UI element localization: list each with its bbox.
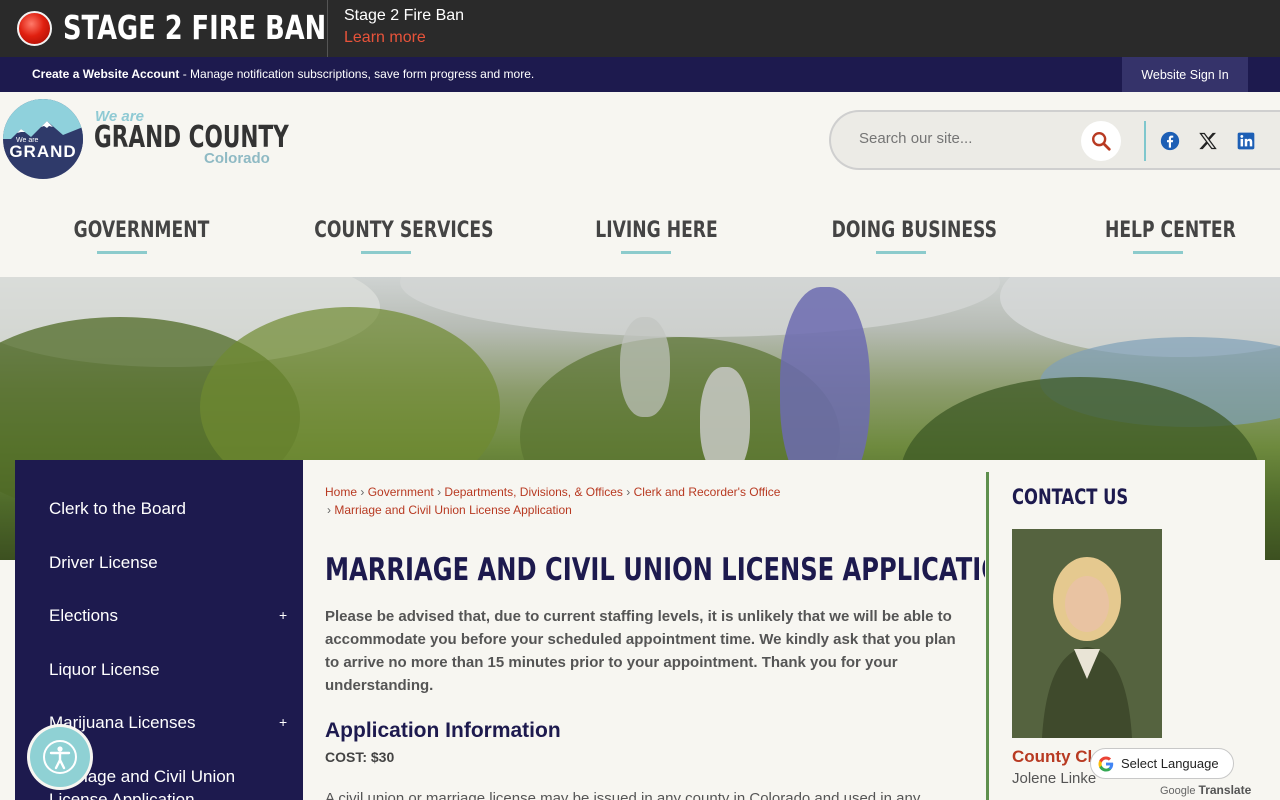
nav-government[interactable]: GOVERNMENT [74, 218, 210, 243]
main-content: Home › Government › Departments, Divisio… [303, 460, 1022, 800]
nav-living-here[interactable]: LIVING HERE [595, 218, 717, 243]
nav-county-services[interactable]: COUNTY SERVICES [314, 218, 493, 243]
logo-badge[interactable]: We are GRAND [3, 99, 83, 179]
breadcrumb-departments[interactable]: Departments, Divisions, & Offices [444, 485, 623, 499]
sidebar-item-clerk-to-the-board[interactable]: Clerk to the Board [49, 499, 186, 519]
logo-badge-word: GRAND [9, 142, 77, 161]
account-notice: Create a Website Account - Manage notifi… [32, 67, 534, 81]
search-bar [829, 110, 1280, 170]
contact-panel-border [986, 472, 989, 800]
alert-bar: STAGE 2 FIRE BAN Stage 2 Fire Ban Learn … [0, 0, 1280, 57]
sidebar-item-liquor-license[interactable]: Liquor License [49, 660, 160, 680]
alert-divider [327, 0, 328, 57]
breadcrumb-home[interactable]: Home [325, 485, 357, 499]
search-divider [1144, 121, 1146, 161]
section-heading: Application Information [325, 719, 561, 742]
nav-underline [361, 251, 411, 254]
nav-doing-business[interactable]: DOING BUSINESS [832, 218, 997, 243]
nav-help-center[interactable]: HELP CENTER [1105, 218, 1236, 243]
sidebar-item-driver-license[interactable]: Driver License [49, 553, 158, 573]
breadcrumb-current[interactable]: Marriage and Civil Union License Applica… [334, 503, 571, 517]
sidebar-item-elections[interactable]: Elections [49, 606, 118, 626]
x-icon [1199, 132, 1217, 150]
google-icon [1098, 756, 1114, 771]
contact-photo [1012, 529, 1162, 738]
nav-underline [97, 251, 147, 254]
sign-in-button[interactable]: Website Sign In [1122, 57, 1248, 92]
create-account-link[interactable]: Create a Website Account [32, 67, 179, 81]
alert-title[interactable]: STAGE 2 FIRE BAN [63, 8, 326, 47]
alert-icon [17, 11, 52, 46]
page-title: MARRIAGE AND CIVIL UNION LICENSE APPLICA… [325, 552, 1022, 588]
main-nav: GOVERNMENT COUNTY SERVICES LIVING HERE D… [0, 190, 1280, 277]
expand-icon[interactable]: + [279, 714, 287, 730]
search-button[interactable] [1081, 121, 1121, 161]
breadcrumb-clerk-recorder[interactable]: Clerk and Recorder's Office [634, 485, 781, 499]
linkedin-icon [1237, 132, 1255, 150]
create-account-desc: - Manage notification subscriptions, sav… [179, 67, 535, 81]
search-icon [1092, 132, 1111, 151]
sidebar-item-marriage-civil-union-line2[interactable]: License Application [49, 790, 195, 800]
linkedin-link[interactable] [1235, 130, 1257, 152]
contact-person: Jolene Linke [1012, 770, 1097, 787]
breadcrumb-line2: › Marriage and Civil Union License Appli… [327, 503, 572, 517]
breadcrumb: Home › Government › Departments, Divisio… [325, 485, 781, 499]
alert-learn-more-link[interactable]: Learn more [344, 29, 426, 47]
cost-text: COST: $30 [325, 749, 395, 765]
nav-underline [1133, 251, 1183, 254]
body-text: A civil union or marriage license may be… [325, 790, 921, 800]
breadcrumb-government[interactable]: Government [368, 485, 434, 499]
logo-state: Colorado [204, 150, 270, 167]
expand-icon[interactable]: + [279, 607, 287, 623]
contact-title: CONTACT US [1012, 485, 1129, 509]
facebook-link[interactable] [1159, 130, 1181, 152]
accessibility-button[interactable] [30, 727, 90, 787]
google-translate-credit: Google Translate [1160, 783, 1252, 797]
staffing-notice: Please be advised that, due to current s… [325, 608, 956, 694]
account-bar: Create a Website Account - Manage notifi… [0, 57, 1280, 92]
x-link[interactable] [1197, 130, 1219, 152]
search-input[interactable] [859, 130, 1079, 147]
nav-underline [621, 251, 671, 254]
language-select[interactable]: Select Language [1090, 748, 1234, 779]
facebook-icon [1160, 131, 1180, 151]
accessibility-icon [43, 740, 77, 774]
language-select-label: Select Language [1121, 756, 1219, 771]
alert-message: Stage 2 Fire Ban [344, 7, 465, 24]
nav-underline [876, 251, 926, 254]
